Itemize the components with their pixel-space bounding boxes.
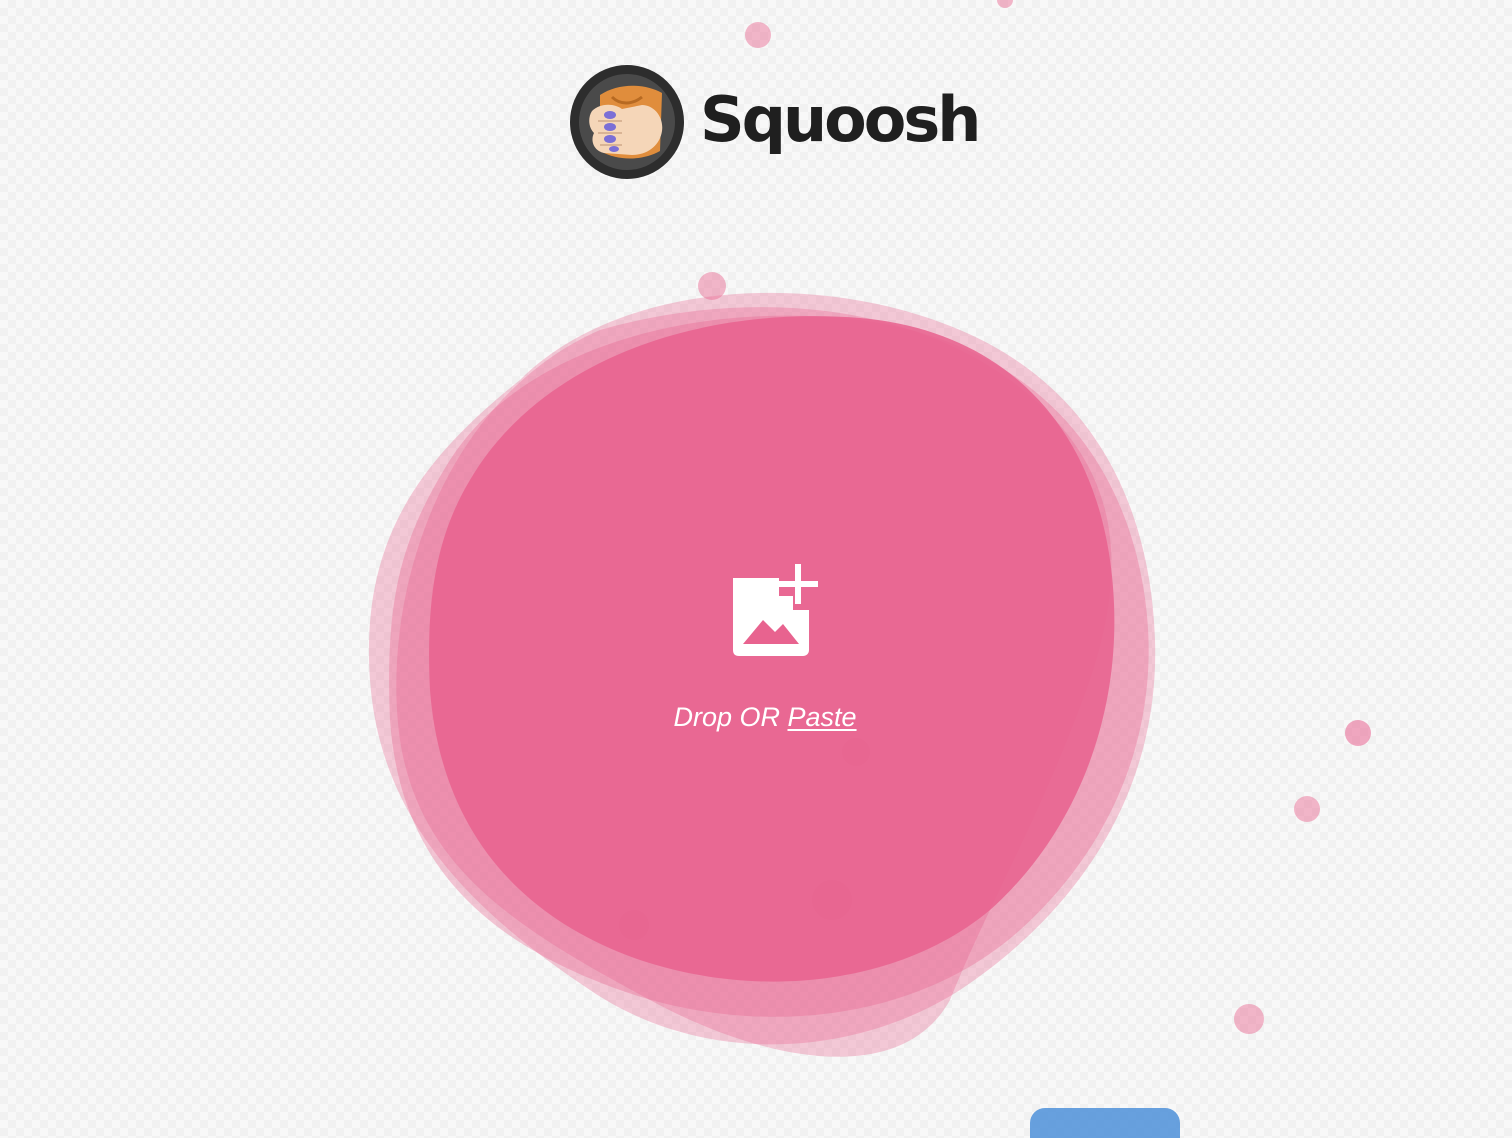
blob-dot (1234, 1004, 1264, 1034)
blob-dot (698, 272, 726, 300)
blob-dot (745, 22, 771, 48)
drop-label: Drop OR (673, 702, 780, 732)
blob-dot (997, 0, 1013, 8)
blob-dot (812, 880, 852, 920)
paste-link[interactable]: Paste (788, 702, 857, 732)
app-title: Squoosh (700, 83, 981, 156)
drop-instructions: Drop OR Paste (673, 702, 856, 733)
app-logo: Squoosh (570, 64, 981, 180)
blob-dot (619, 910, 649, 940)
bottom-partial-button[interactable] (1030, 1108, 1180, 1138)
squoosh-logo-icon (570, 65, 684, 179)
add-image-icon[interactable] (725, 560, 825, 660)
blob-dot (1294, 796, 1320, 822)
blob-dot (1345, 720, 1371, 746)
drop-zone[interactable]: Drop OR Paste (640, 560, 890, 750)
